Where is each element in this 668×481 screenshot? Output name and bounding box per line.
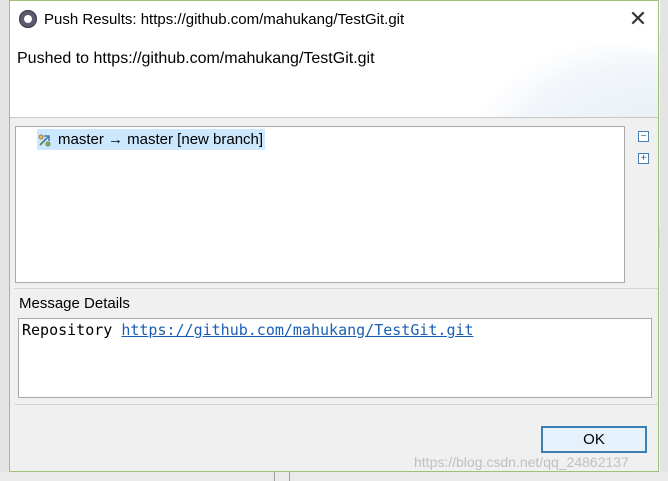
dialog-header: Pushed to https://github.com/mahukang/Te…: [10, 37, 658, 117]
ok-button[interactable]: OK: [541, 426, 647, 453]
header-message: Pushed to https://github.com/mahukang/Te…: [17, 50, 375, 67]
message-details-label: Message Details: [19, 295, 130, 312]
push-results-tree[interactable]: master → master [new branch]: [15, 126, 625, 283]
tree-row-master[interactable]: master → master [new branch]: [37, 129, 266, 150]
background-divider: [274, 472, 275, 481]
close-icon: ✕: [628, 6, 648, 31]
header-decoration: [478, 42, 658, 117]
header-separator: [10, 117, 658, 118]
collapse-all-button[interactable]: −: [638, 131, 649, 142]
message-details-text[interactable]: Repository https://github.com/mahukang/T…: [18, 318, 652, 398]
expand-all-icon: +: [640, 153, 647, 164]
push-branch-icon: [37, 132, 53, 148]
collapse-all-icon: −: [640, 131, 647, 142]
tree-row-label: master → master [new branch]: [58, 131, 264, 148]
background-window-left-edge: [0, 0, 9, 481]
dialog-title: Push Results: https://github.com/mahukan…: [44, 10, 405, 28]
expand-all-button[interactable]: +: [638, 153, 649, 164]
dialog-titlebar[interactable]: Push Results: https://github.com/mahukan…: [10, 1, 658, 37]
eclipse-icon: [19, 10, 37, 28]
push-results-dialog: Push Results: https://github.com/mahukan…: [9, 0, 659, 472]
repository-link[interactable]: https://github.com/mahukang/TestGit.git: [121, 321, 473, 339]
close-button[interactable]: ✕: [624, 5, 652, 33]
background-window-right-edge: [660, 0, 668, 481]
watermark: https://blog.csdn.net/qq_24862137: [414, 454, 629, 470]
background-window-bottom: [0, 472, 668, 481]
background-divider: [289, 472, 290, 481]
message-prefix: Repository: [22, 321, 122, 339]
